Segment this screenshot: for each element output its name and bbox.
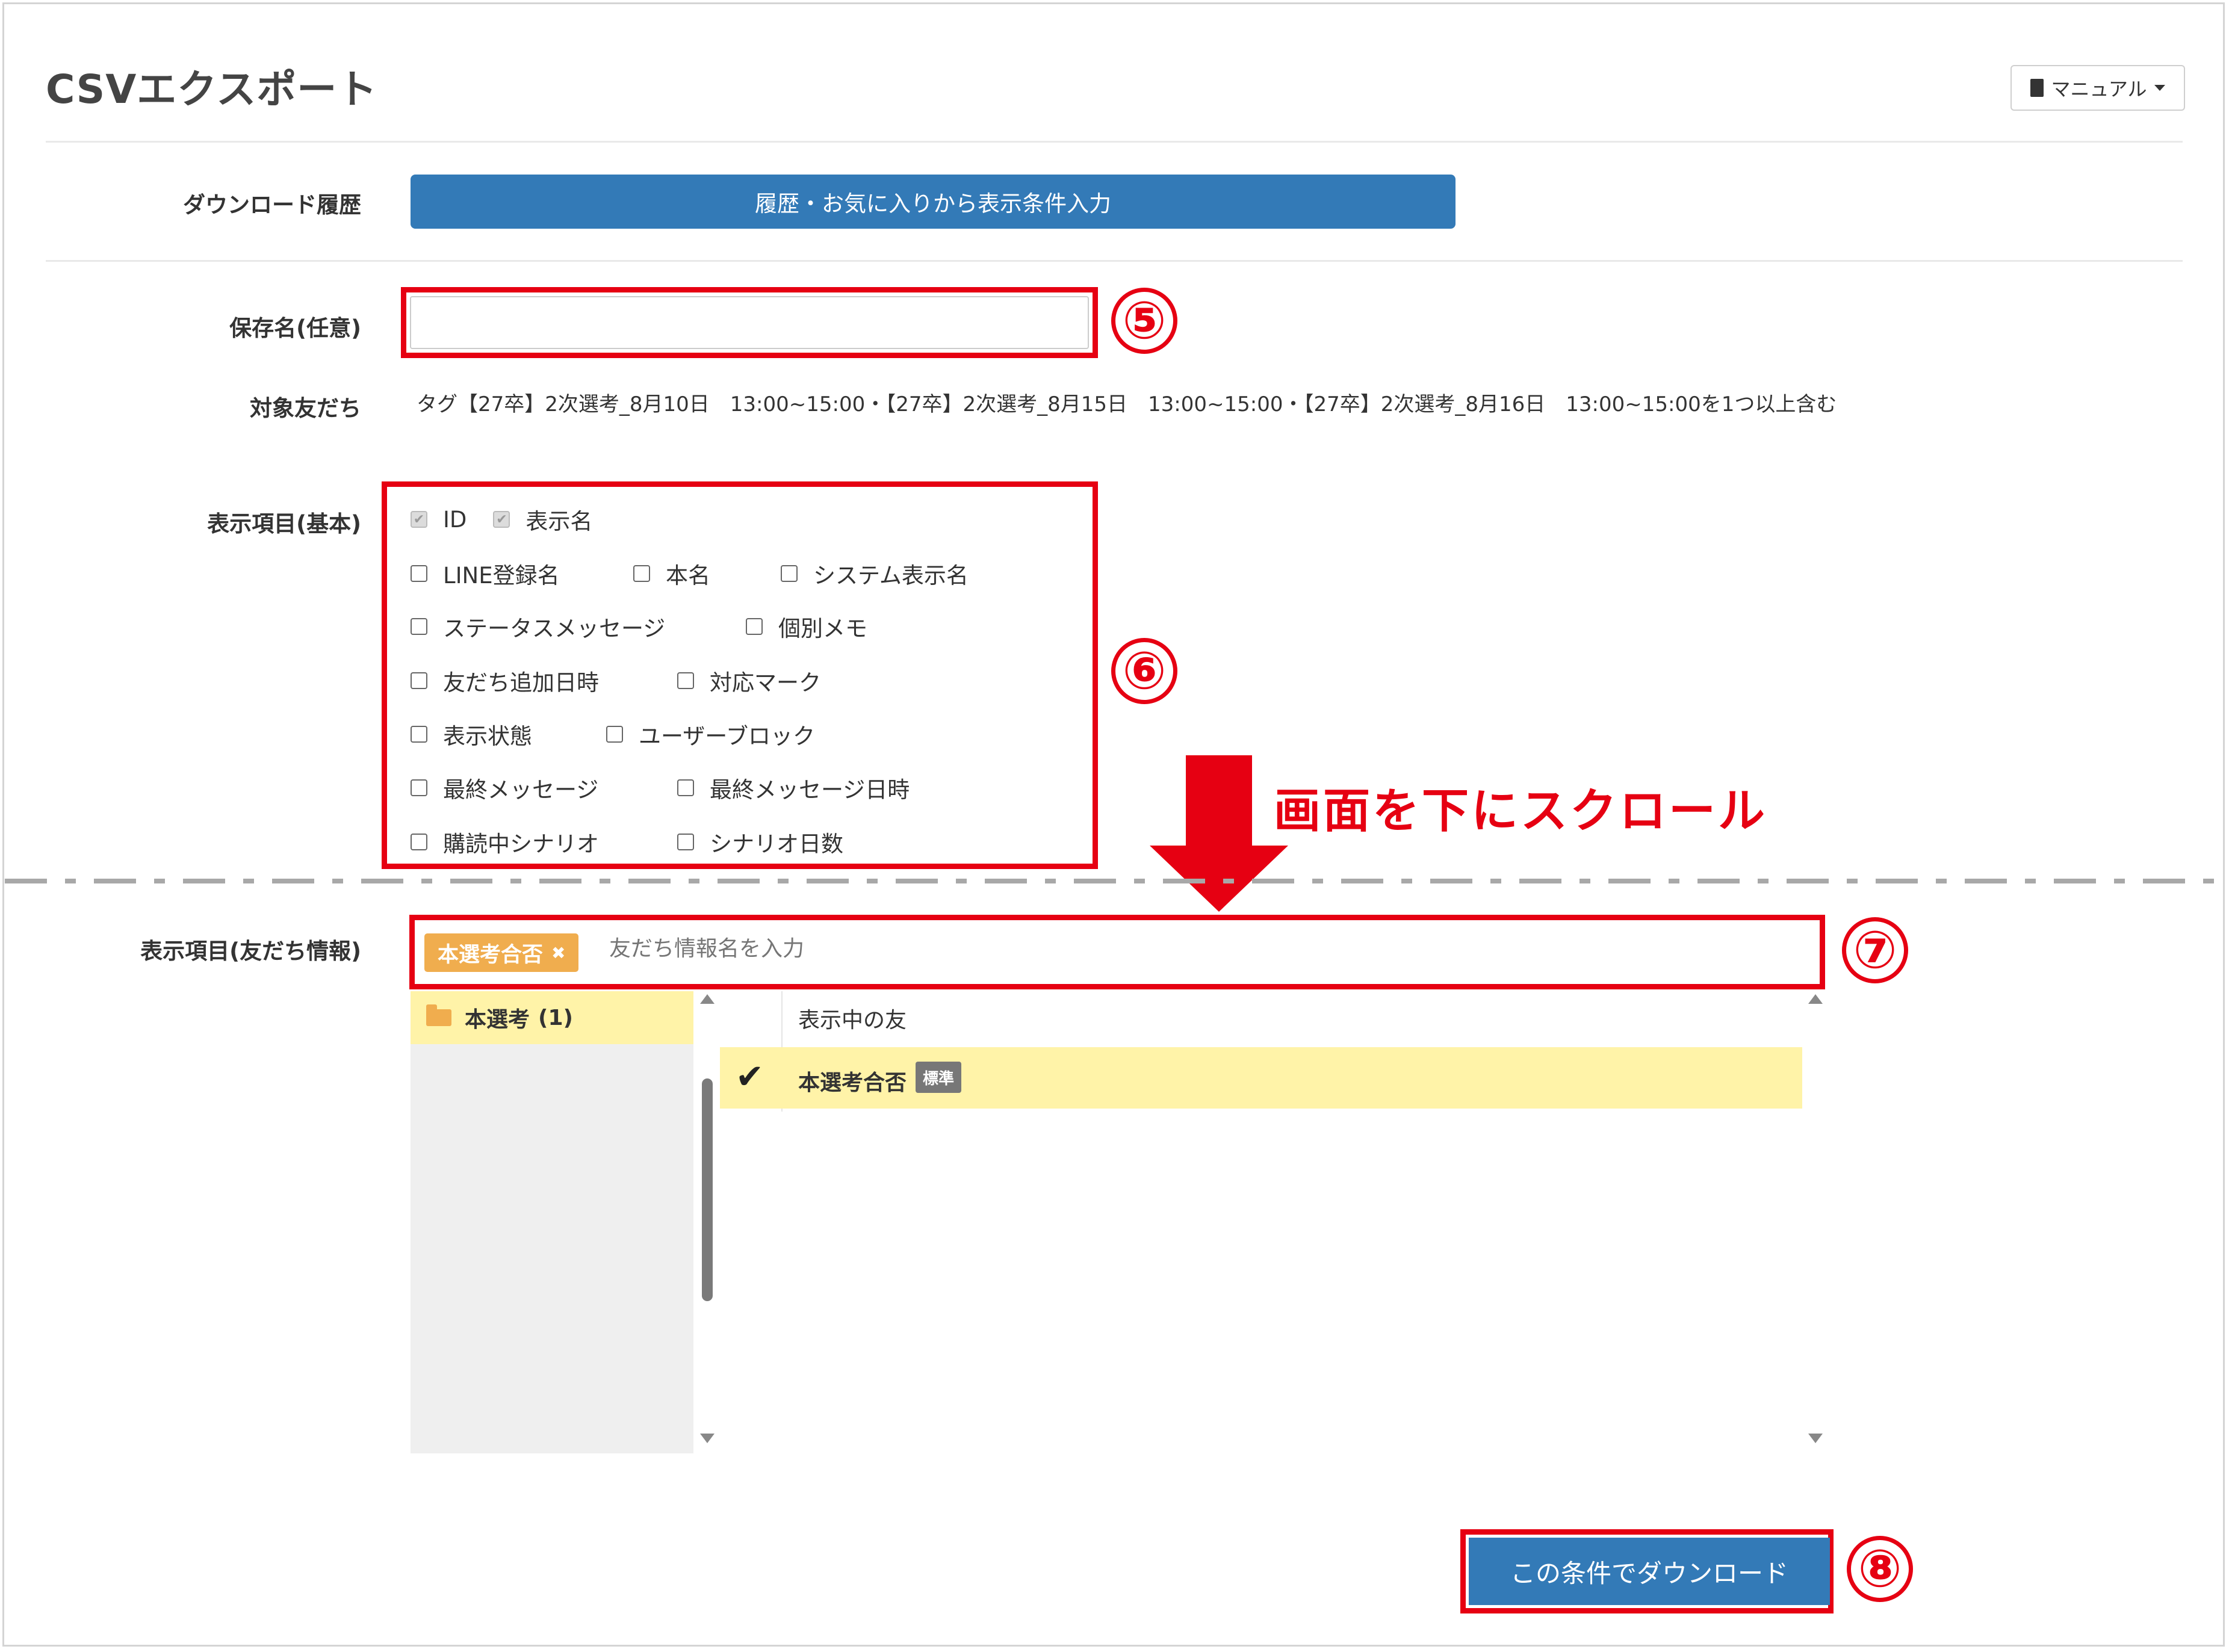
list-scroll-down[interactable]: [1808, 1434, 1823, 1443]
checkbox-box[interactable]: [677, 779, 694, 796]
folder-scroll-thumb[interactable]: [702, 1078, 713, 1301]
book-icon: [2030, 79, 2044, 97]
caret-down-icon: [2154, 85, 2165, 91]
checkbox-box[interactable]: ✔: [493, 511, 510, 528]
checkbox-response-mark[interactable]: 対応マーク: [677, 664, 821, 697]
manual-button-label: マニュアル: [2051, 78, 2147, 101]
checkbox-box[interactable]: [746, 618, 763, 635]
folder-name: 本選考: [465, 1007, 530, 1032]
divider: [46, 260, 2183, 262]
annotation-number-8: ⑧: [1847, 1536, 1913, 1602]
tag-chip-label: 本選考合否: [438, 942, 544, 967]
scroll-up-icon[interactable]: [700, 994, 715, 1004]
checkbox-box[interactable]: [633, 565, 650, 582]
list-header: 表示中の友: [798, 1008, 907, 1033]
download-button[interactable]: この条件でダウンロード: [1469, 1538, 1830, 1605]
checkbox-box[interactable]: ✔: [411, 511, 427, 528]
display-basic-label: 表示項目(基本): [207, 511, 361, 537]
scroll-down-icon[interactable]: [1808, 1434, 1823, 1443]
folder-scrollbar[interactable]: [700, 994, 715, 1004]
checkbox-box[interactable]: [677, 672, 694, 689]
selected-tag-chip: 本選考合否 ✖: [424, 933, 579, 972]
folder-count: (1): [538, 1005, 573, 1030]
manual-dropdown-button[interactable]: マニュアル: [2010, 65, 2185, 111]
checkbox-last-message[interactable]: 最終メッセージ: [411, 772, 677, 804]
checkbox-last-message-at[interactable]: 最終メッセージ日時: [677, 772, 910, 804]
folder-pane: [411, 991, 693, 1453]
checkbox-box[interactable]: [411, 726, 427, 743]
checkbox-memo[interactable]: 個別メモ: [746, 610, 867, 643]
scroll-note: 画面を下にスクロール: [1274, 784, 1768, 838]
friend-info-search-input[interactable]: [608, 936, 1212, 962]
checkbox-box[interactable]: [411, 618, 427, 635]
display-friend-info-label: 表示項目(友だち情報): [140, 938, 361, 964]
annotation-number-7: ⑦: [1842, 917, 1908, 983]
checkbox-box[interactable]: [411, 565, 427, 582]
list-item-name: 本選考合否: [798, 1071, 907, 1095]
scroll-separator: [5, 879, 2224, 883]
checkbox-box[interactable]: [606, 726, 623, 743]
check-icon: ✔: [736, 1057, 764, 1097]
checkbox-line-name[interactable]: LINE登録名: [411, 557, 633, 590]
checkbox-real-name[interactable]: 本名: [633, 557, 781, 590]
checkbox-display-state[interactable]: 表示状態: [411, 718, 606, 750]
annotation-number-5: ⑤: [1111, 288, 1177, 354]
target-friends-label: 対象友だち: [250, 395, 361, 421]
save-name-label: 保存名(任意): [229, 315, 361, 341]
checkbox-display-name[interactable]: ✔ 表示名: [493, 503, 592, 536]
divider: [46, 141, 2183, 143]
annotation-number-6: ⑥: [1111, 638, 1177, 704]
remove-tag-icon[interactable]: ✖: [551, 943, 565, 963]
folder-item-honsenkou[interactable]: 本選考 (1): [411, 991, 693, 1044]
checkbox-id[interactable]: ✔ ID: [411, 507, 467, 533]
checkbox-system-name[interactable]: システム表示名: [781, 557, 969, 590]
checkbox-status-message[interactable]: ステータスメッセージ: [411, 610, 746, 643]
target-friends-text: タグ【27卒】2次選考_8月10日 13:00~15:00・【27卒】2次選考_…: [417, 392, 1837, 416]
scroll-up-icon[interactable]: [1808, 994, 1823, 1004]
checkbox-scenario-days[interactable]: シナリオ日数: [677, 826, 843, 858]
checkbox-box[interactable]: [411, 672, 427, 689]
scroll-down-arrow-shaft: [1186, 755, 1252, 849]
checkbox-user-block[interactable]: ユーザーブロック: [606, 718, 815, 750]
checkbox-friend-added-at[interactable]: 友だち追加日時: [411, 664, 677, 697]
history-favorites-button[interactable]: 履歴・お気に入りから表示条件入力: [411, 175, 1456, 229]
save-name-input[interactable]: [410, 296, 1089, 349]
folder-open-icon: [426, 1004, 451, 1026]
checkbox-box[interactable]: [677, 834, 694, 850]
list-scroll-up[interactable]: [1808, 994, 1823, 1004]
download-history-label: ダウンロード履歴: [183, 192, 361, 218]
annotation-box-5: [401, 287, 1098, 358]
checkbox-box[interactable]: [781, 565, 798, 582]
scroll-down-icon[interactable]: [700, 1434, 715, 1443]
page-title: CSVエクスポート: [46, 66, 378, 113]
folder-scroll-down[interactable]: [700, 1434, 715, 1443]
checkbox-box[interactable]: [411, 834, 427, 850]
checkbox-box[interactable]: [411, 779, 427, 796]
checkbox-subscribed-scenario[interactable]: 購読中シナリオ: [411, 826, 677, 858]
standard-badge: 標準: [916, 1062, 962, 1093]
